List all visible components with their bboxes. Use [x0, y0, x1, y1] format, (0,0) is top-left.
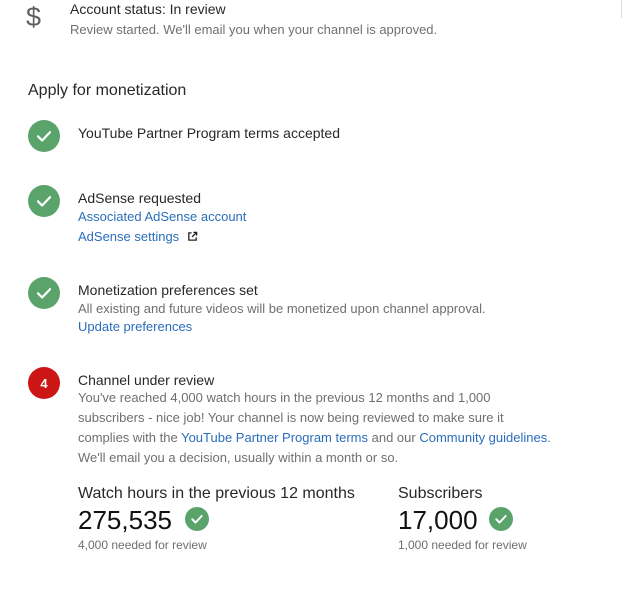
dollar-icon: $: [26, 2, 42, 32]
step-title: AdSense requested: [78, 190, 201, 206]
desc-text: and our: [368, 430, 420, 445]
associated-adsense-account-link[interactable]: Associated AdSense account: [78, 209, 246, 224]
associated-adsense-link-row: Associated AdSense account: [78, 209, 246, 224]
account-status: $ Account status: In review Review start…: [0, 0, 640, 42]
watch-hours-note: 4,000 needed for review: [78, 538, 207, 552]
adsense-settings-row: AdSense settings: [78, 229, 198, 245]
update-preferences-link[interactable]: Update preferences: [78, 319, 192, 334]
update-preferences-row: Update preferences: [78, 319, 192, 334]
channel-review-description: You've reached 4,000 watch hours in the …: [78, 388, 558, 468]
subscribers-label: Subscribers: [398, 485, 483, 502]
step-title: YouTube Partner Program terms accepted: [78, 125, 340, 141]
adsense-settings-link[interactable]: AdSense settings: [78, 229, 179, 244]
watch-hours-label: Watch hours in the previous 12 months: [78, 485, 355, 502]
external-link-icon[interactable]: [187, 230, 198, 245]
step-title-channel-review: Channel under review: [78, 372, 215, 388]
check-icon: [28, 185, 60, 217]
watch-hours-value: 275,535: [78, 505, 172, 535]
account-status-subtitle: Review started. We'll email you when you…: [70, 22, 438, 37]
check-icon: [28, 277, 60, 309]
check-icon: [28, 120, 60, 152]
subscribers-value: 17,000: [398, 505, 478, 535]
check-icon: [489, 507, 513, 531]
account-status-title: Account status: In review: [70, 1, 226, 17]
step-title: Monetization preferences set: [78, 282, 258, 298]
check-icon: [185, 507, 209, 531]
step-number-badge: 4: [28, 367, 60, 399]
section-title: Apply for monetization: [28, 82, 187, 99]
community-guidelines-link[interactable]: Community guidelines: [419, 430, 547, 445]
partner-program-terms-link[interactable]: YouTube Partner Program terms: [181, 430, 368, 445]
subscribers-note: 1,000 needed for review: [398, 538, 527, 552]
step-description: All existing and future videos will be m…: [78, 301, 486, 316]
